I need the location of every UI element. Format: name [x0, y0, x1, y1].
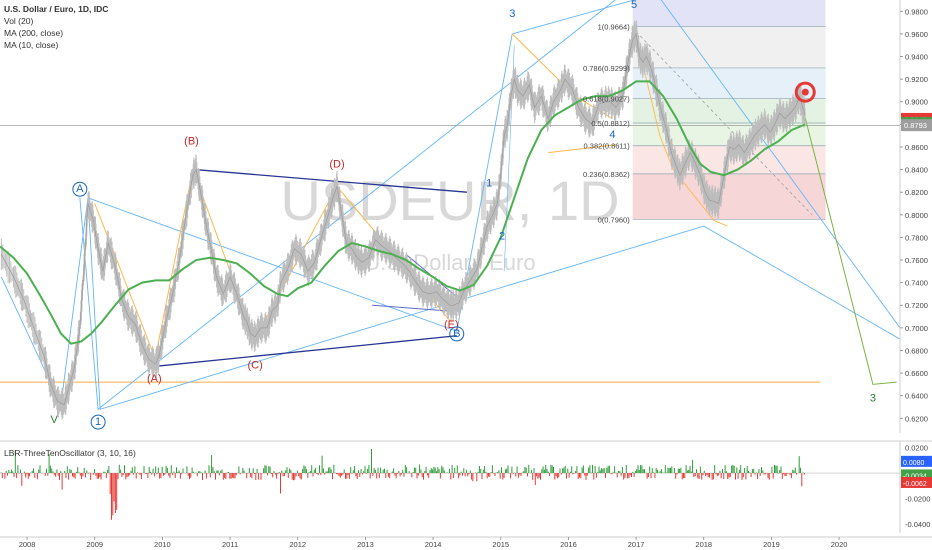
osc-tag-label: 0.0080	[903, 460, 925, 467]
fib-label: 0.236(0.8362)	[583, 170, 630, 179]
osc-tag-label: -0.0062	[903, 481, 927, 488]
x-tick-label: 2013	[357, 540, 374, 549]
wave-label: 5	[631, 0, 637, 11]
fib-label: 0.618(0.9027)	[583, 95, 630, 104]
x-tick-label: 2012	[289, 540, 306, 549]
y-tick-label: 0.7400	[905, 279, 928, 288]
x-tick-label: 2009	[86, 540, 103, 549]
triangle-support-line	[155, 335, 457, 367]
wave-label: 3	[509, 8, 515, 20]
y-tick-label: 0.9000	[905, 98, 928, 107]
target-center	[801, 88, 809, 96]
y-tick-label: 0.8000	[905, 211, 928, 220]
y-tick-label: 0.7200	[905, 301, 928, 310]
wave-label: (C)	[247, 360, 262, 372]
x-tick-label: 2015	[492, 540, 509, 549]
x-tick-label: 2011	[222, 540, 238, 549]
wave-label: (D)	[329, 158, 344, 170]
osc-tick-label: 0.0200	[905, 444, 928, 453]
wave-label: A	[76, 183, 84, 195]
y-tick-label: 0.7600	[905, 256, 928, 265]
y-tick-label: 0.9200	[905, 75, 928, 84]
y-tick-label: 0.8600	[905, 143, 928, 152]
x-tick-label: 2020	[831, 540, 848, 549]
x-tick-label: 2017	[628, 540, 645, 549]
fib-band	[632, 173, 826, 220]
usdeur-daily-chart[interactable]: USDEUR, 1D U.S. Dollar / Euro 1(0.9664)0…	[0, 0, 932, 550]
y-tick-label: 0.9800	[905, 7, 928, 16]
y-tick-label: 0.6200	[905, 414, 928, 423]
wave-label: (B)	[184, 136, 199, 148]
x-tick-label: 2019	[763, 540, 780, 549]
osc-tick-label: -0.0400	[905, 520, 930, 529]
x-tick-label: 2016	[560, 540, 577, 549]
wave-label: 1	[486, 178, 492, 190]
fib-band	[632, 26, 826, 68]
wave-label: 3	[870, 392, 876, 404]
y-tick-label: 0.8400	[905, 166, 928, 175]
wave-label: B	[453, 328, 460, 340]
wave-label: 2	[499, 231, 505, 243]
fib-band-extension	[632, 0, 826, 27]
wave-label: 1	[95, 416, 101, 428]
y-tick-label: 0.6800	[905, 346, 928, 355]
oscillator-pane	[0, 440, 932, 520]
y-tick-label: 0.7800	[905, 233, 928, 242]
fib-label: 1(0.9664)	[598, 23, 631, 32]
y-tick-label: 0.6400	[905, 392, 928, 401]
wave-label: V	[50, 414, 58, 426]
y-tick-label: 0.6600	[905, 369, 928, 378]
fib-label: 0.382(0.8611)	[584, 142, 631, 151]
osc-tick-label: -0.0200	[905, 495, 930, 504]
symbol-title: U.S. Dollar / Euro, 1D, IDC	[4, 4, 109, 14]
x-tick-label: 2018	[695, 540, 712, 549]
oscillator-label[interactable]: LBR-ThreeTenOscillator (3, 10, 16)	[4, 448, 136, 458]
y-tick-label: 0.9400	[905, 53, 928, 62]
y-tick-label: 0.8200	[905, 188, 928, 197]
wave-label: 4	[609, 129, 615, 141]
price-tag-label: 0.8793	[904, 121, 927, 130]
x-tick-label: 2010	[154, 540, 171, 549]
fib-label: 0.786(0.9299)	[583, 64, 630, 73]
fib-label: 0.5(0.8812)	[591, 119, 630, 128]
time-axis[interactable]: 2008 2009 2010 2011 2012 2013 2014 2015 2016 2017…	[0, 536, 932, 549]
x-tick-label: 2008	[19, 540, 36, 549]
y-tick-label: 0.7000	[905, 324, 928, 333]
y-tick-label: 0.9600	[905, 30, 928, 39]
price-axis[interactable]: 0.98000.96000.94000.92000.90000.88000.86…	[899, 0, 932, 533]
indicator-ma200[interactable]: MA (200, close)	[4, 28, 63, 38]
indicator-vol[interactable]: Vol (20)	[4, 16, 33, 26]
indicator-ma10[interactable]: MA (10, close)	[4, 40, 58, 50]
x-tick-label: 2014	[425, 540, 442, 549]
wave-label: (A)	[147, 373, 162, 385]
fib-label: 0(0.7960)	[598, 215, 631, 224]
